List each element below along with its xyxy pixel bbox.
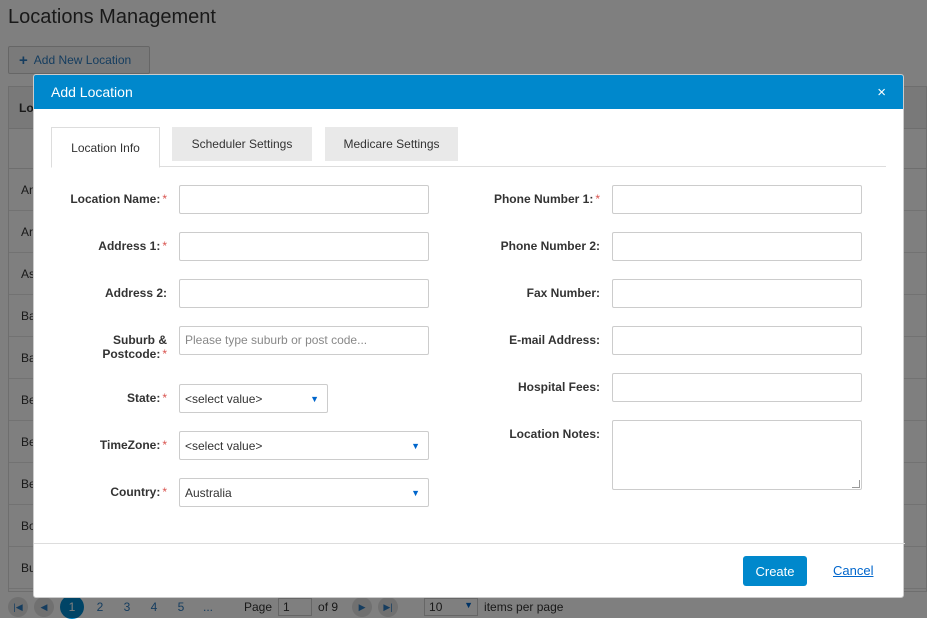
location-name-label: Location Name: * bbox=[70, 192, 167, 206]
resize-handle-icon[interactable] bbox=[852, 480, 860, 488]
location-notes-label: Location Notes: bbox=[509, 427, 600, 441]
address1-label: Address 1: * bbox=[98, 239, 167, 253]
location-notes-textarea[interactable] bbox=[612, 420, 862, 490]
phone2-input[interactable] bbox=[612, 232, 862, 261]
timezone-label: TimeZone: * bbox=[99, 438, 167, 452]
location-name-input[interactable] bbox=[179, 185, 429, 214]
chevron-down-icon: ▼ bbox=[411, 440, 420, 451]
state-select[interactable]: <select value> ▼ bbox=[179, 384, 328, 413]
timezone-select[interactable]: <select value> ▼ bbox=[179, 431, 429, 460]
phone1-label: Phone Number 1: * bbox=[493, 192, 600, 206]
email-label: E-mail Address: bbox=[509, 333, 600, 347]
tab-bar: Location Info Scheduler Settings Medicar… bbox=[51, 127, 886, 168]
tab-location-info[interactable]: Location Info bbox=[51, 127, 160, 168]
hospital-fees-input[interactable] bbox=[612, 373, 862, 402]
address1-input[interactable] bbox=[179, 232, 429, 261]
country-select[interactable]: Australia ▼ bbox=[179, 478, 429, 507]
add-location-dialog: Add Location × Location Info Scheduler S… bbox=[33, 74, 905, 598]
phone2-label: Phone Number 2: bbox=[500, 239, 600, 253]
phone1-input[interactable] bbox=[612, 185, 862, 214]
address2-input[interactable] bbox=[179, 279, 429, 308]
suburb-postcode-label: Suburb & Postcode: * bbox=[102, 333, 167, 361]
chevron-down-icon: ▼ bbox=[411, 487, 420, 498]
hospital-fees-label: Hospital Fees: bbox=[517, 380, 600, 394]
country-label: Country: * bbox=[110, 485, 167, 499]
suburb-postcode-input[interactable]: Please type suburb or post code... bbox=[179, 326, 429, 355]
footer-divider bbox=[34, 543, 905, 544]
close-icon[interactable]: × bbox=[877, 84, 886, 101]
dialog-title: Add Location bbox=[51, 84, 133, 100]
tab-medicare-settings[interactable]: Medicare Settings bbox=[325, 127, 458, 161]
fax-input[interactable] bbox=[612, 279, 862, 308]
fax-label: Fax Number: bbox=[526, 286, 600, 300]
cancel-button[interactable]: Cancel bbox=[833, 563, 873, 578]
state-label: State: * bbox=[126, 391, 167, 405]
tab-scheduler-settings[interactable]: Scheduler Settings bbox=[172, 127, 312, 161]
address2-label: Address 2: bbox=[104, 286, 167, 300]
chevron-down-icon: ▼ bbox=[310, 393, 319, 404]
timezone-value: <select value> bbox=[185, 438, 263, 453]
state-value: <select value> bbox=[185, 391, 263, 406]
create-button[interactable]: Create bbox=[743, 556, 807, 586]
dialog-header: Add Location × bbox=[34, 75, 903, 109]
email-input[interactable] bbox=[612, 326, 862, 355]
country-value: Australia bbox=[185, 485, 232, 500]
